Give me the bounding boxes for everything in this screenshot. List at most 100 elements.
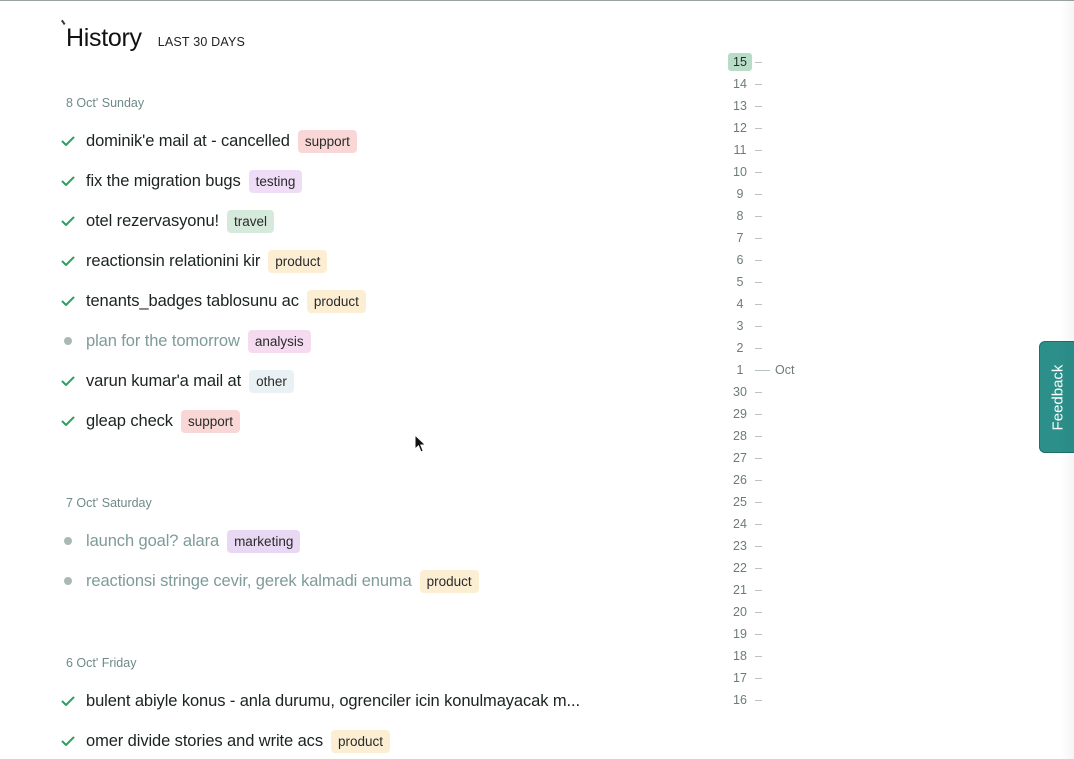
tag-badge[interactable]: product — [268, 249, 328, 273]
timeline-day[interactable]: 22 — [728, 559, 762, 577]
check-icon[interactable] — [60, 693, 76, 709]
timeline-day-number[interactable]: 3 — [728, 317, 752, 335]
tag-badge[interactable]: travel — [227, 209, 275, 233]
tag-badge[interactable]: product — [419, 569, 479, 593]
timeline-day-number[interactable]: 24 — [728, 515, 752, 533]
timeline-day[interactable]: 10 — [728, 163, 762, 181]
timeline-day[interactable]: 17 — [728, 669, 762, 687]
timeline-day[interactable]: 18 — [728, 647, 762, 665]
dot-icon[interactable] — [60, 333, 76, 349]
timeline-day-number[interactable]: 12 — [728, 119, 752, 137]
timeline-day[interactable]: 26 — [728, 471, 762, 489]
timeline-day[interactable]: 6 — [728, 251, 762, 269]
timeline-day-number[interactable]: 11 — [728, 141, 752, 159]
timeline-day-number[interactable]: 17 — [728, 669, 752, 687]
timeline-day-number[interactable]: 18 — [728, 647, 752, 665]
timeline-day-number[interactable]: 21 — [728, 581, 752, 599]
timeline-day[interactable]: 1 Oct — [728, 361, 795, 379]
timeline-day-number[interactable]: 28 — [728, 427, 752, 445]
timeline-day[interactable]: 15 — [728, 53, 762, 71]
timeline-day[interactable]: 4 — [728, 295, 762, 313]
timeline-day[interactable]: 25 — [728, 493, 762, 511]
dot-icon[interactable] — [60, 573, 76, 589]
task-row[interactable]: plan for the tomorrow analysis — [60, 329, 311, 353]
timeline-day[interactable]: 27 — [728, 449, 762, 467]
task-title[interactable]: plan for the tomorrow — [86, 332, 240, 351]
timeline-day-number[interactable]: 10 — [728, 163, 752, 181]
timeline-day-number[interactable]: 15 — [728, 53, 752, 71]
timeline-day[interactable]: 24 — [728, 515, 762, 533]
timeline-day-number[interactable]: 22 — [728, 559, 752, 577]
tag-badge[interactable]: other — [249, 369, 294, 393]
task-row[interactable]: reactionsin relationini kir product — [60, 249, 328, 273]
timeline-day-number[interactable]: 5 — [728, 273, 752, 291]
task-title[interactable]: gleap check — [86, 412, 173, 431]
task-title[interactable]: otel rezervasyonu! — [86, 212, 219, 231]
timeline-day[interactable]: 28 — [728, 427, 762, 445]
timeline-day-number[interactable]: 7 — [728, 229, 752, 247]
timeline-day[interactable]: 14 — [728, 75, 762, 93]
check-icon[interactable] — [60, 373, 76, 389]
check-icon[interactable] — [60, 213, 76, 229]
timeline-day[interactable]: 29 — [728, 405, 762, 423]
timeline-day[interactable]: 11 — [728, 141, 762, 159]
timeline-day-number[interactable]: 19 — [728, 625, 752, 643]
task-title[interactable]: fix the migration bugs — [86, 172, 241, 191]
tag-badge[interactable]: product — [306, 289, 366, 313]
timeline-day-number[interactable]: 14 — [728, 75, 752, 93]
timeline-day[interactable]: 3 — [728, 317, 762, 335]
timeline-day[interactable]: 12 — [728, 119, 762, 137]
timeline-day[interactable]: 19 — [728, 625, 762, 643]
task-row[interactable]: dominik'e mail at - cancelled support — [60, 129, 357, 153]
timeline-day[interactable]: 16 — [728, 691, 762, 709]
task-row[interactable]: reactionsi stringe cevir, gerek kalmadi … — [60, 569, 479, 593]
check-icon[interactable] — [60, 413, 76, 429]
timeline-day[interactable]: 23 — [728, 537, 762, 555]
timeline-day[interactable]: 8 — [728, 207, 762, 225]
timeline-day-number[interactable]: 27 — [728, 449, 752, 467]
task-title[interactable]: reactionsin relationini kir — [86, 252, 260, 271]
timeline-day-number[interactable]: 8 — [728, 207, 752, 225]
task-title[interactable]: bulent abiyle konus - anla durumu, ogren… — [86, 692, 580, 711]
task-title[interactable]: tenants_badges tablosunu ac — [86, 292, 299, 311]
timeline-day-number[interactable]: 2 — [728, 339, 752, 357]
check-icon[interactable] — [60, 253, 76, 269]
tag-badge[interactable]: support — [180, 409, 240, 433]
timeline-day-number[interactable]: 6 — [728, 251, 752, 269]
timeline-day-number[interactable]: 29 — [728, 405, 752, 423]
timeline-day-number[interactable]: 4 — [728, 295, 752, 313]
task-row[interactable]: tenants_badges tablosunu ac product — [60, 289, 366, 313]
range-label[interactable]: LAST 30 DAYS — [158, 35, 245, 49]
timeline-day-number[interactable]: 13 — [728, 97, 752, 115]
tag-badge[interactable]: testing — [248, 169, 303, 193]
task-row[interactable]: bulent abiyle konus - anla durumu, ogren… — [60, 689, 580, 713]
task-title[interactable]: reactionsi stringe cevir, gerek kalmadi … — [86, 572, 412, 591]
task-title[interactable]: omer divide stories and write acs — [86, 732, 323, 751]
timeline-day[interactable]: 20 — [728, 603, 762, 621]
task-row[interactable]: varun kumar'a mail at other — [60, 369, 294, 393]
timeline-day[interactable]: 13 — [728, 97, 762, 115]
check-icon[interactable] — [60, 293, 76, 309]
timeline-day-number[interactable]: 23 — [728, 537, 752, 555]
check-icon[interactable] — [60, 733, 76, 749]
task-title[interactable]: launch goal? alara — [86, 532, 219, 551]
timeline-day[interactable]: 9 — [728, 185, 762, 203]
task-row[interactable]: fix the migration bugs testing — [60, 169, 303, 193]
task-row[interactable]: otel rezervasyonu! travel — [60, 209, 275, 233]
timeline-day[interactable]: 2 — [728, 339, 762, 357]
timeline-day-number[interactable]: 25 — [728, 493, 752, 511]
timeline-day-number[interactable]: 26 — [728, 471, 752, 489]
check-icon[interactable] — [60, 133, 76, 149]
task-row[interactable]: omer divide stories and write acs product — [60, 729, 390, 753]
tag-badge[interactable]: product — [330, 729, 390, 753]
task-row[interactable]: launch goal? alara marketing — [60, 529, 301, 553]
timeline-day[interactable]: 7 — [728, 229, 762, 247]
task-title[interactable]: varun kumar'a mail at — [86, 372, 241, 391]
timeline-day[interactable]: 21 — [728, 581, 762, 599]
tag-badge[interactable]: marketing — [227, 529, 301, 553]
check-icon[interactable] — [60, 173, 76, 189]
task-title[interactable]: dominik'e mail at - cancelled — [86, 132, 290, 151]
timeline-day-number[interactable]: 30 — [728, 383, 752, 401]
timeline-day-number[interactable]: 20 — [728, 603, 752, 621]
timeline-day-number[interactable]: 1 — [728, 361, 752, 379]
